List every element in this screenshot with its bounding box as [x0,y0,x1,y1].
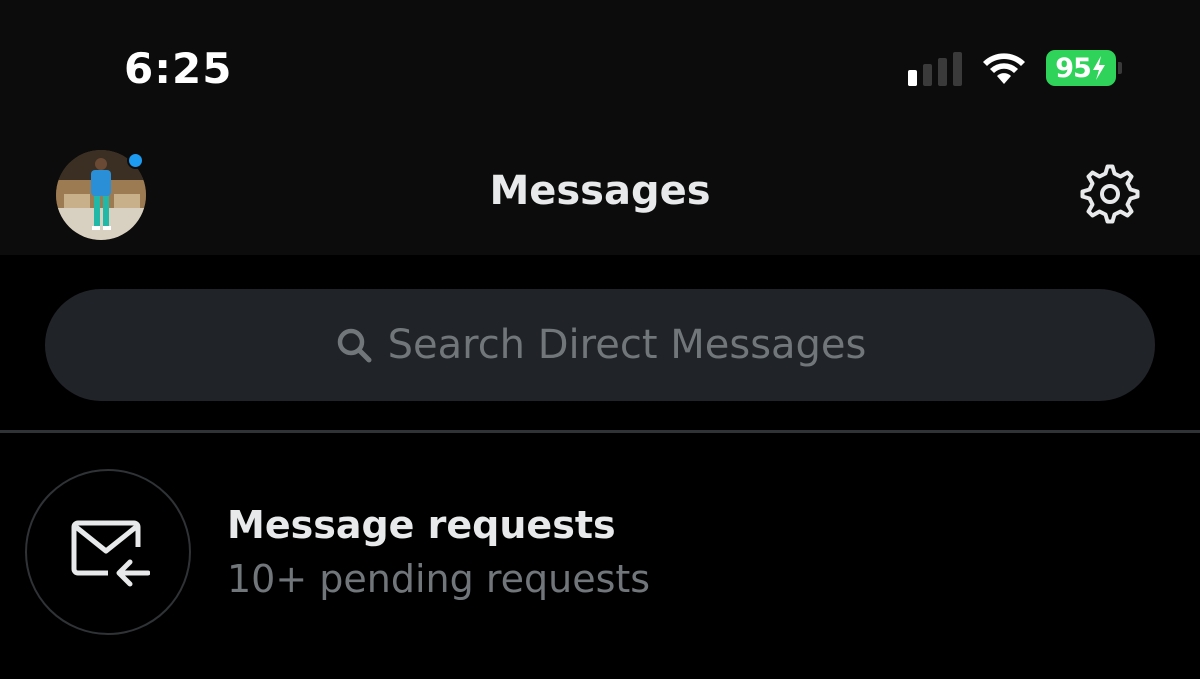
battery-cap [1118,62,1122,74]
top-area: 6:25 95 Messages [0,0,1200,255]
message-requests-icon-circle [25,469,191,635]
messages-screen: 6:25 95 Messages Search Direct Messages … [0,0,1200,679]
search-input[interactable]: Search Direct Messages [45,289,1155,401]
battery-charging-icon: 95 [1046,50,1116,86]
avatar-notification-dot [127,152,144,169]
wifi-icon [983,53,1025,84]
charging-bolt-icon [1092,56,1105,80]
search-icon [337,328,372,363]
envelope-arrow-icon [71,520,150,587]
page-title: Messages [489,168,711,214]
battery-level: 95 [1055,52,1092,84]
cellular-signal-icon [908,52,962,86]
gear-icon[interactable] [1080,164,1140,224]
message-requests-subtitle: 10+ pending requests [227,557,651,601]
status-time: 6:25 [124,44,233,93]
message-requests-title: Message requests [227,503,616,547]
battery-indicator: 95 [1046,50,1122,86]
message-requests-row[interactable]: Message requests 10+ pending requests [0,433,1200,679]
search-placeholder: Search Direct Messages [387,322,867,368]
